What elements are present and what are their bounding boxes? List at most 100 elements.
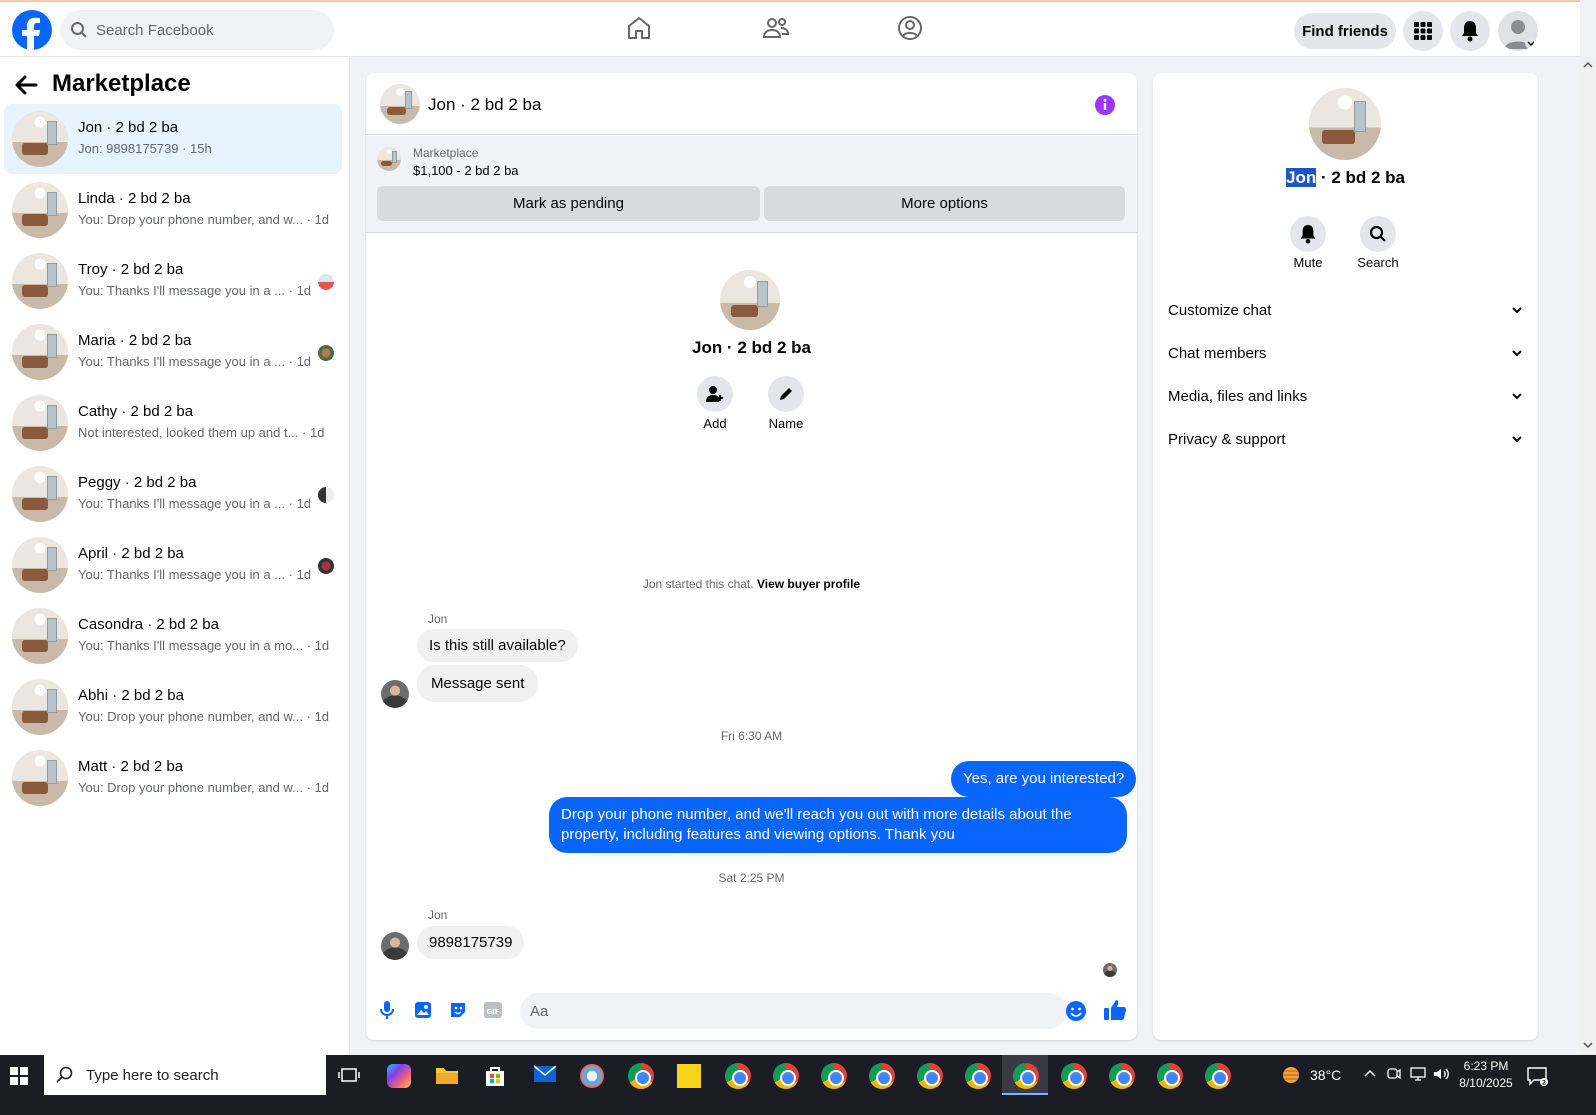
facebook-logo-icon[interactable] [12, 10, 52, 50]
search-input[interactable]: Search Facebook [60, 10, 334, 50]
profile-circle-icon[interactable] [896, 14, 926, 44]
conversation-name: Troy · 2 bd 2 ba [78, 261, 184, 278]
thumbs-up-icon[interactable] [1103, 999, 1127, 1021]
taskbar-search-placeholder: Type here to search [86, 1066, 219, 1084]
customize-chat-section[interactable]: Customize chat [1168, 290, 1523, 330]
chat-profile-avatar[interactable] [720, 270, 780, 330]
sticky-notes-icon[interactable] [677, 1064, 701, 1088]
conversation-item[interactable]: Troy · 2 bd 2 ba You: Thanks I'll messag… [4, 246, 342, 316]
conversation-item[interactable]: Linda · 2 bd 2 ba You: Drop your phone n… [4, 175, 342, 245]
clock-time[interactable]: 6:23 PM [1456, 1059, 1516, 1073]
conversation-item[interactable]: Peggy · 2 bd 2 ba You: Thanks I'll messa… [4, 459, 342, 529]
details-avatar[interactable] [1309, 88, 1381, 160]
sender-name: Jon [428, 908, 448, 922]
listing-source: Marketplace [413, 146, 479, 160]
mark-as-pending-button[interactable]: Mark as pending [377, 186, 760, 221]
chat-members-section[interactable]: Chat members [1168, 333, 1523, 373]
chrome-profile-icon[interactable] [628, 1063, 654, 1089]
meet-now-icon[interactable] [1387, 1066, 1401, 1082]
chrome-profile-icon[interactable] [1013, 1063, 1039, 1089]
chrome-profile-icon[interactable] [725, 1063, 751, 1089]
svg-text:GIF: GIF [486, 1008, 499, 1016]
conversation-item[interactable]: Maria · 2 bd 2 ba You: Thanks I'll messa… [4, 317, 342, 387]
store-icon[interactable] [483, 1064, 507, 1088]
paint-app-icon[interactable] [580, 1064, 604, 1088]
chrome-profile-icon[interactable] [917, 1063, 943, 1089]
chrome-profile-icon[interactable] [869, 1063, 895, 1089]
file-explorer-icon[interactable] [435, 1064, 459, 1088]
photo-icon[interactable] [413, 1000, 433, 1020]
message-input[interactable]: Aa [520, 993, 1067, 1029]
conversation-item[interactable]: Casondra · 2 bd 2 ba You: Thanks I'll me… [4, 601, 342, 671]
mail-icon[interactable] [533, 1064, 557, 1088]
message-bubble-incoming[interactable]: Is this still available? [417, 629, 578, 662]
search-conversation-button[interactable] [1360, 216, 1396, 252]
find-friends-button[interactable]: Find friends [1294, 13, 1396, 49]
notifications-bell-icon[interactable] [1450, 11, 1490, 51]
back-arrow-icon[interactable] [14, 74, 38, 96]
view-buyer-profile-link[interactable]: View buyer profile [757, 577, 860, 591]
home-icon[interactable] [625, 14, 655, 44]
sender-avatar[interactable] [381, 680, 409, 708]
message-bubble-outgoing[interactable]: Yes, are you interested? [951, 761, 1137, 797]
emoji-icon[interactable] [1065, 1000, 1087, 1022]
chrome-profile-icon[interactable] [821, 1063, 847, 1089]
conversation-item[interactable]: Cathy · 2 bd 2 ba Not interested, looked… [4, 388, 342, 458]
preview-time: · 1d [288, 496, 312, 511]
conversation-name: Jon · 2 bd 2 ba [78, 119, 179, 136]
copilot-icon[interactable] [387, 1064, 411, 1088]
chrome-profile-icon[interactable] [1205, 1063, 1231, 1089]
media-files-links-section[interactable]: Media, files and links [1168, 376, 1523, 416]
preview-time: · 1d [306, 638, 330, 653]
mute-button[interactable] [1290, 216, 1326, 252]
conversation-item[interactable]: Jon · 2 bd 2 ba Jon: 9898175739 · 15h [4, 104, 342, 174]
chat-avatar[interactable] [380, 84, 420, 124]
message-bubble-incoming[interactable]: Message sent [417, 665, 539, 702]
weather-icon[interactable] [1280, 1065, 1302, 1085]
listing-avatar [12, 253, 68, 309]
account-avatar[interactable] [1498, 11, 1538, 51]
conversation-name: Abhi · 2 bd 2 ba [78, 687, 184, 704]
add-person-button[interactable] [697, 376, 733, 412]
privacy-support-section[interactable]: Privacy & support [1168, 419, 1523, 459]
clock-date[interactable]: 8/10/2025 [1456, 1076, 1516, 1090]
page-scrollbar[interactable] [1580, 57, 1596, 1055]
conversation-name: Cathy · 2 bd 2 ba [78, 403, 194, 420]
more-options-button[interactable]: More options [764, 186, 1125, 221]
chat-title[interactable]: Jon · 2 bd 2 ba [428, 95, 541, 115]
conversation-item[interactable]: April · 2 bd 2 ba You: Thanks I'll messa… [4, 530, 342, 600]
conversation-item[interactable]: Matt · 2 bd 2 ba You: Drop your phone nu… [4, 743, 342, 813]
chrome-profile-icon[interactable] [773, 1063, 799, 1089]
microphone-icon[interactable] [378, 1000, 396, 1020]
info-icon[interactable] [1094, 94, 1116, 116]
menu-grid-icon[interactable] [1403, 11, 1443, 51]
add-person-icon [706, 386, 723, 402]
chrome-profile-icon[interactable] [1061, 1063, 1087, 1089]
listing-title[interactable]: $1,100 - 2 bd 2 ba [413, 163, 519, 178]
page-title: Marketplace [52, 70, 191, 97]
volume-icon[interactable] [1432, 1066, 1450, 1082]
message-bubble-outgoing[interactable]: Drop your phone number, and we'll reach … [549, 797, 1127, 853]
chevron-up-icon[interactable] [1364, 1069, 1376, 1077]
timestamp: Sat 2:25 PM [718, 871, 785, 885]
conversation-item[interactable]: Abhi · 2 bd 2 ba You: Drop your phone nu… [4, 672, 342, 742]
notification-center-icon[interactable]: 2 [1526, 1065, 1548, 1087]
gif-icon[interactable]: GIF [483, 1000, 503, 1020]
sticker-icon[interactable] [448, 1000, 468, 1020]
edit-name-button[interactable] [768, 376, 804, 412]
weather-temperature[interactable]: 38°C [1310, 1067, 1341, 1083]
search-icon [1369, 225, 1386, 242]
message-bubble-incoming[interactable]: 9898175739 [417, 926, 525, 959]
network-icon[interactable] [1409, 1066, 1427, 1082]
taskbar-search-input[interactable]: Type here to search [44, 1055, 326, 1095]
chrome-profile-icon[interactable] [1109, 1063, 1135, 1089]
task-view-icon[interactable] [338, 1064, 362, 1088]
windows-start-icon[interactable] [10, 1067, 28, 1085]
chrome-profile-icon[interactable] [1157, 1063, 1183, 1089]
sender-avatar[interactable] [381, 932, 409, 960]
conversation-preview: You: Drop your phone number, and w... · … [78, 709, 329, 724]
chevron-down-icon [1512, 393, 1522, 400]
chrome-profile-icon[interactable] [965, 1063, 991, 1089]
seen-avatar [318, 487, 334, 503]
friends-icon[interactable] [761, 14, 791, 44]
